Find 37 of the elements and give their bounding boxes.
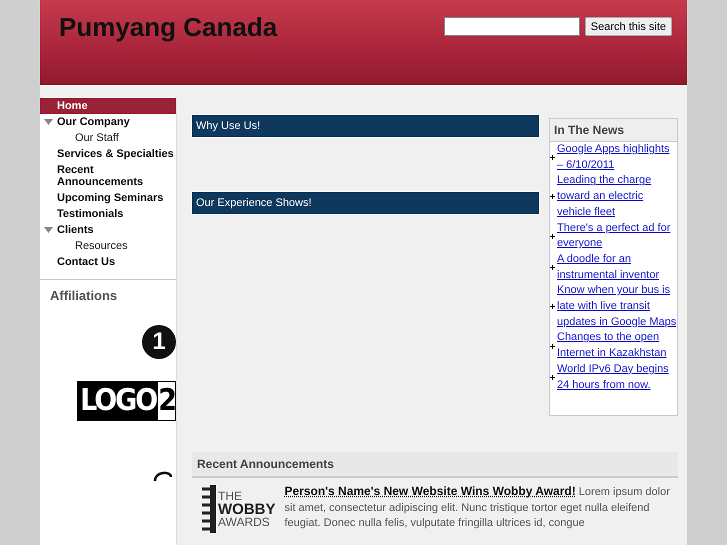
news-link[interactable]: Google Apps highlights – 6/10/2011 <box>557 142 677 174</box>
bullet-icon <box>550 234 555 239</box>
nav-item[interactable]: Home <box>40 98 176 114</box>
nav-item[interactable]: Contact Us <box>40 254 176 270</box>
nav-item[interactable]: Services & Specialties <box>40 146 176 162</box>
nav-item[interactable]: Testimonials <box>40 206 176 222</box>
affiliate-logo <box>152 469 174 481</box>
news-link[interactable]: Changes to the open Internet in Kazakhstan <box>557 330 677 362</box>
bullet-icon <box>550 375 555 380</box>
affiliate-logo: LOGO2 <box>77 381 176 421</box>
announcement-link[interactable]: Person's Name's New Website Wins Wobby Award! <box>284 484 576 498</box>
news-heading: In The News <box>550 119 677 142</box>
nav-subitem[interactable]: Our Staff <box>40 130 176 146</box>
bullet-icon <box>550 194 555 200</box>
nav-item[interactable]: Clients <box>40 222 176 238</box>
bullet-icon <box>550 304 555 310</box>
nav-item[interactable]: Recent Announcements <box>40 162 176 190</box>
bullet-icon <box>550 265 555 270</box>
news-link[interactable]: There's a perfect ad for everyone <box>557 220 677 252</box>
news-link[interactable]: A doodle for an instrumental inventor <box>557 252 677 284</box>
section-heading: Why Use Us! <box>192 115 539 137</box>
news-link[interactable]: World IPv6 Day begins 24 hours from now. <box>557 362 677 394</box>
nav-subitem[interactable]: Resources <box>40 238 176 254</box>
search-button[interactable]: Search this site <box>584 17 672 36</box>
announcements-heading: Recent Announcements <box>192 452 678 478</box>
affiliate-logo: 1 <box>142 325 176 359</box>
news-link[interactable]: Leading the charge toward an electric vehicle fleet <box>557 173 677 221</box>
announcement-text: Person's Name's New Website Wins Wobby Award! Lorem ipsum dolor sit amet, consectetur adipiscing elit. Nunc tristique tortor eget nulla eleifend feugiat. Donec nulla felis, vulputate fringilla ultrices id, congue <box>284 484 671 532</box>
nav-item[interactable]: Our Company <box>40 114 176 130</box>
search-field[interactable] <box>444 17 580 36</box>
affiliations-heading: Affiliations <box>49 288 118 303</box>
bullet-icon <box>550 155 555 160</box>
bullet-icon <box>550 344 555 349</box>
nav-item[interactable]: Upcoming Seminars <box>40 190 176 206</box>
news-link[interactable]: Know when your bus is late with live transit updates in Google Maps <box>557 283 677 330</box>
award-logo: THE WOBBY AWARDS <box>202 484 276 534</box>
section-heading: Our Experience Shows! <box>192 192 539 214</box>
